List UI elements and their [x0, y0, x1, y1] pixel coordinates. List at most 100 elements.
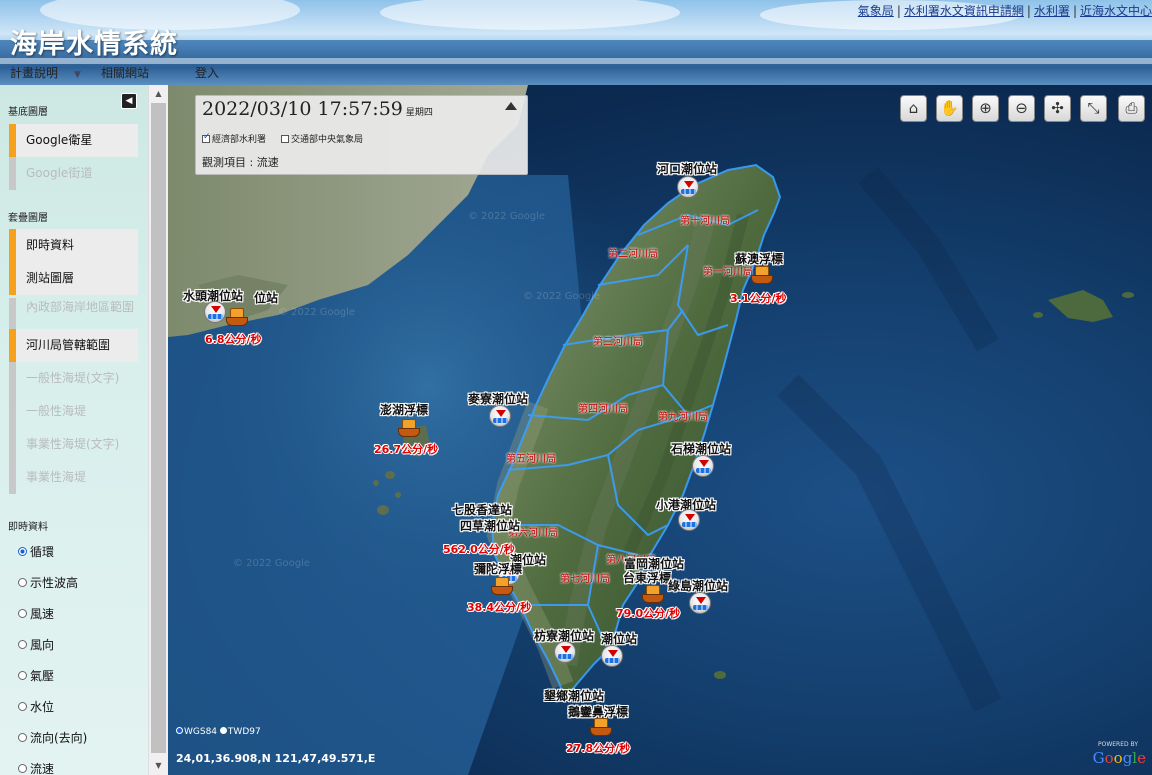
radio-current-speed[interactable]: 流速	[18, 760, 54, 775]
buoy-marker[interactable]	[642, 584, 664, 604]
source-cwb-checkbox[interactable]: 交通部中央氣象局	[281, 132, 363, 145]
radio-dot	[18, 609, 27, 618]
layer-river-bureau[interactable]: 河川局管轄範圍	[9, 329, 138, 362]
nav-label: 相關網站	[100, 66, 149, 80]
station-label[interactable]: 四草潮位站	[460, 517, 520, 534]
buoy-marker[interactable]	[226, 307, 248, 327]
map-view[interactable]: © 2022 Google © 2022 Google © 2022 Googl…	[168, 85, 1152, 775]
checkbox-label: 交通部中央氣象局	[291, 135, 364, 145]
layer-general-seawall-text[interactable]: 一般性海堤(文字)	[9, 362, 138, 395]
radio-cycle[interactable]: 循環	[18, 543, 54, 560]
radio-dot	[18, 733, 27, 742]
layer-google-satellite[interactable]: Google衛星	[9, 124, 138, 157]
station-value: 26.7公分/秒	[374, 443, 439, 456]
station-label[interactable]: 河口潮位站	[657, 160, 717, 177]
station-label[interactable]: 位站	[254, 289, 278, 306]
zoom-out-button[interactable]: ⊖	[1008, 95, 1035, 122]
profile-icon: ⤡	[1087, 99, 1100, 117]
radio-label: 氣壓	[30, 669, 55, 683]
scroll-down-icon[interactable]: ▼	[149, 757, 168, 774]
radio-label: TWD97	[227, 727, 261, 737]
tide-station-marker[interactable]	[204, 301, 226, 323]
station-value: 38.4公分/秒	[467, 601, 532, 614]
layer-google-street[interactable]: Google街道	[9, 157, 138, 190]
radio-label: 流向(去向)	[30, 731, 88, 745]
nav-login[interactable]: 登入	[161, 64, 231, 84]
tide-station-marker[interactable]	[554, 641, 576, 663]
scroll-up-icon[interactable]: ▲	[149, 85, 168, 102]
district-label: 第四河川局	[578, 404, 628, 415]
source-wra-checkbox[interactable]: 經濟部水利署	[202, 132, 266, 145]
tide-station-marker[interactable]	[677, 176, 699, 198]
radio-dot	[18, 702, 27, 711]
tide-station-marker[interactable]	[678, 509, 700, 531]
link-cwb[interactable]: 氣象局	[858, 4, 894, 18]
datetime-text: 2022/03/10 17:57:59	[202, 98, 403, 120]
zoom-in-button[interactable]: ⊕	[972, 95, 999, 122]
tide-station-marker[interactable]	[489, 405, 511, 427]
layer-realtime[interactable]: 即時資料	[9, 229, 138, 262]
observation-item: 觀測項目 : 流速	[202, 156, 279, 169]
datetime-display: 2022/03/10 17:57:59 星期四	[202, 98, 433, 120]
station-label[interactable]: 潮位站	[601, 630, 637, 647]
radio-dot	[176, 727, 183, 734]
radio-water-level[interactable]: 水位	[18, 698, 54, 715]
radio-current-direction[interactable]: 流向(去向)	[18, 729, 87, 746]
measure-icon: ✣	[1051, 99, 1064, 117]
station-label[interactable]: 七股香達站	[452, 501, 512, 518]
layer-general-seawall[interactable]: 一般性海堤	[9, 395, 138, 428]
layer-stations[interactable]: 測站圖層	[9, 262, 138, 295]
tide-station-marker[interactable]	[692, 455, 714, 477]
tide-station-marker[interactable]	[689, 592, 711, 614]
buoy-marker[interactable]	[491, 576, 513, 596]
scroll-thumb[interactable]	[151, 103, 166, 753]
buoy-marker[interactable]	[590, 717, 612, 737]
station-label[interactable]: 澎湖浮標	[380, 401, 428, 418]
nav-project-info[interactable]: 計畫說明 ▼	[0, 64, 93, 84]
map-watermark: © 2022 Google	[233, 558, 311, 569]
print-button[interactable]: ⎙	[1118, 95, 1145, 122]
profile-button[interactable]: ⤡	[1080, 95, 1107, 122]
station-value: 562.0公分/秒	[443, 543, 515, 556]
print-icon: ⎙	[1125, 99, 1138, 117]
radio-label: 風速	[30, 607, 55, 621]
station-label[interactable]: 彌陀浮標	[474, 560, 522, 577]
checkbox-box	[202, 132, 211, 143]
layer-industrial-seawall-text[interactable]: 事業性海堤(文字)	[9, 428, 138, 461]
layer-coastal-area[interactable]: 內政部海岸地區範圍	[9, 298, 138, 331]
pan-button[interactable]: ✋	[936, 95, 963, 122]
radio-label: 風向	[30, 638, 55, 652]
measure-button[interactable]: ✣	[1044, 95, 1071, 122]
station-label[interactable]: 墾鄉潮位站	[544, 687, 604, 704]
radio-wgs84[interactable]: WGS84	[176, 727, 217, 737]
radio-pressure[interactable]: 氣壓	[18, 667, 54, 684]
link-wra[interactable]: 水利署	[1034, 4, 1070, 18]
home-icon: ⌂	[908, 99, 919, 117]
radio-twd97[interactable]: TWD97	[219, 727, 261, 737]
top-links: 氣象局 | 水利署水文資訊申請網 | 水利署 | 近海水文中心	[857, 4, 1152, 18]
radio-wave-height[interactable]: 示性波高	[18, 574, 78, 591]
coordinate-readout: 24,01,36.908,N 121,47,49.571,E	[176, 752, 376, 765]
zoom-out-icon: ⊖	[1015, 99, 1028, 117]
tide-station-marker[interactable]	[601, 645, 623, 667]
chevron-up-icon[interactable]	[505, 102, 517, 110]
buoy-marker[interactable]	[751, 265, 773, 285]
home-button[interactable]: ⌂	[900, 95, 927, 122]
map-watermark: © 2022 Google	[278, 307, 356, 318]
district-label: 第十河川局	[680, 216, 730, 227]
main-nav: 計畫說明 ▼ 相關網站 登入	[0, 64, 231, 84]
nav-related-sites[interactable]: 相關網站	[93, 64, 161, 84]
weekday-text: 星期四	[405, 108, 433, 118]
sidebar-scrollbar[interactable]: ▲ ▼	[148, 85, 168, 775]
district-label: 第三河川局	[593, 337, 643, 348]
link-coastal-center[interactable]: 近海水文中心	[1080, 4, 1152, 18]
radio-wind-speed[interactable]: 風速	[18, 605, 54, 622]
radio-wind-direction[interactable]: 風向	[18, 636, 54, 653]
link-wra-apply[interactable]: 水利署水文資訊申請網	[904, 4, 1024, 18]
station-value: 27.8公分/秒	[566, 742, 631, 755]
collapse-sidebar-button[interactable]: ◀	[121, 93, 137, 109]
layer-industrial-seawall[interactable]: 事業性海堤	[9, 461, 138, 494]
site-title: 海岸水情系統	[10, 29, 178, 60]
buoy-marker[interactable]	[398, 418, 420, 438]
radio-dot	[18, 671, 27, 680]
